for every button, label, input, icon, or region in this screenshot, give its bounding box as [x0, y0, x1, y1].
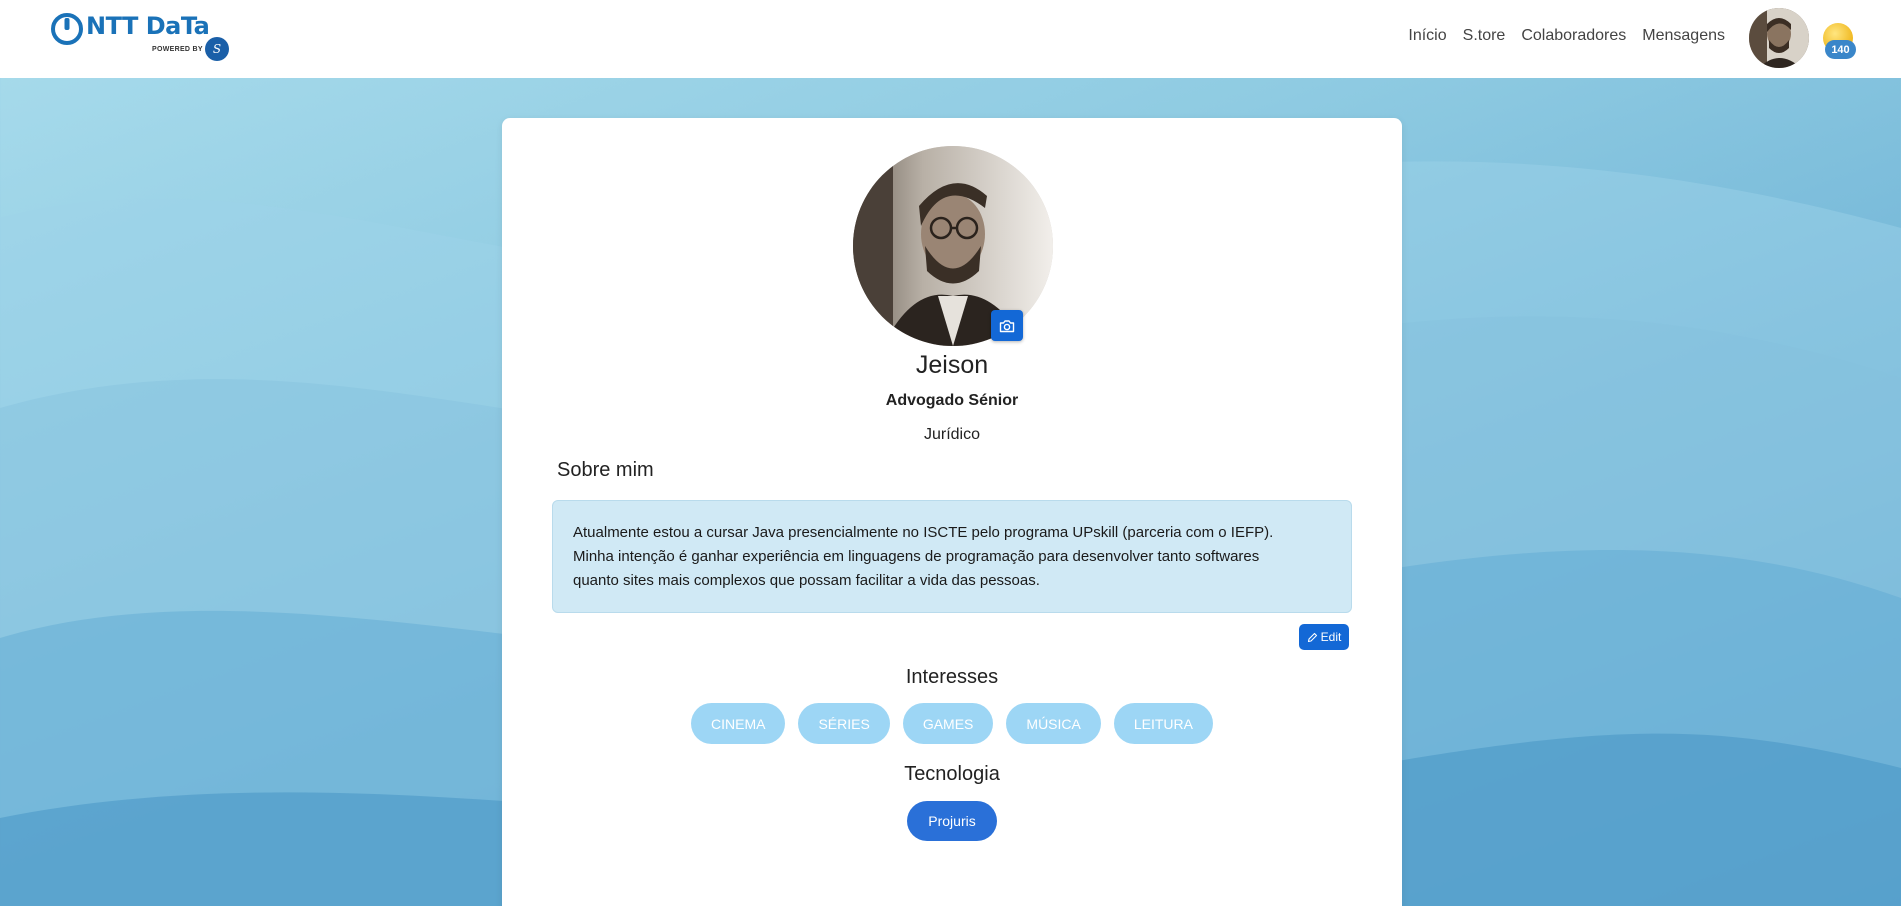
profile-role: Advogado Sénior — [885, 392, 1019, 409]
powered-by-label: POWERED BY — [152, 46, 203, 53]
main-nav: Início S.tore Colaboradores Mensagens — [1408, 27, 1725, 45]
nav-link-store[interactable]: S.tore — [1463, 27, 1506, 45]
nav-link-inicio[interactable]: Início — [1408, 27, 1446, 45]
camera-icon — [999, 319, 1015, 332]
profile-photo — [853, 146, 1053, 346]
about-text-box: Atualmente estou a cursar Java presencia… — [552, 500, 1352, 613]
pencil-icon — [1307, 632, 1317, 642]
avatar-photo — [1749, 8, 1809, 68]
interest-pill-series[interactable]: SÉRIES — [798, 703, 890, 744]
interest-pill-games[interactable]: GAMES — [902, 703, 994, 744]
interest-pill-musica[interactable]: MÚSICA — [1006, 703, 1101, 744]
interests-list: CINEMA SÉRIES GAMES MÚSICA LEITURA — [502, 703, 1402, 744]
coin-count-badge: 140 — [1825, 40, 1856, 59]
interest-pill-cinema[interactable]: CINEMA — [691, 703, 786, 744]
logo-text: NTT DaTa — [86, 12, 210, 40]
svg-text:S: S — [213, 42, 221, 56]
about-title: Sobre mim — [557, 459, 654, 481]
s-brand-icon: S — [205, 37, 229, 61]
change-photo-button[interactable] — [991, 310, 1023, 341]
about-line: Minha intenção é ganhar experiência em l… — [573, 548, 1260, 565]
technology-pill-projuris[interactable]: Projuris — [907, 801, 997, 841]
interests-title: Interesses — [905, 666, 999, 688]
profile-name: Jeison — [915, 351, 989, 379]
profile-photo-image — [853, 146, 1053, 346]
user-avatar[interactable] — [1749, 8, 1809, 68]
edit-label: Edit — [1320, 630, 1342, 644]
profile-card: Jeison Advogado Sénior Jurídico Sobre mi… — [502, 118, 1402, 906]
profile-department: Jurídico — [923, 426, 981, 443]
about-line: quanto sites mais complexos que possam f… — [573, 572, 1040, 589]
technology-title: Tecnologia — [904, 763, 1000, 785]
interest-pill-leitura[interactable]: LEITURA — [1113, 703, 1213, 744]
ntt-data-logo[interactable]: NTT DaTa POWERED BY S — [50, 10, 235, 65]
top-navbar: NTT DaTa POWERED BY S Início S.tore Cola… — [0, 0, 1901, 78]
about-line: Atualmente estou a cursar Java presencia… — [573, 524, 1274, 541]
nav-link-mensagens[interactable]: Mensagens — [1642, 27, 1725, 45]
ntt-power-icon — [51, 13, 83, 45]
edit-about-button[interactable]: Edit — [1299, 624, 1349, 650]
technology-list: Projuris — [502, 801, 1402, 841]
nav-link-colaboradores[interactable]: Colaboradores — [1521, 27, 1626, 45]
